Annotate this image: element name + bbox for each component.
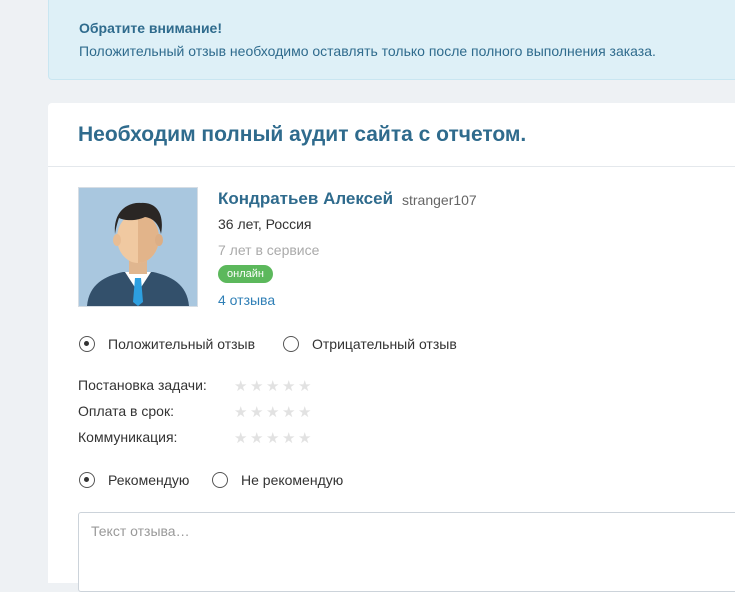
negative-review-radio[interactable]	[283, 336, 299, 352]
criteria-label-task: Постановка задачи:	[78, 377, 207, 393]
recommend-radio[interactable]	[79, 472, 95, 488]
star-icon[interactable]: ★	[266, 379, 282, 394]
user-age-country: 36 лет, Россия	[218, 216, 312, 232]
negative-review-label[interactable]: Отрицательный отзыв	[312, 336, 457, 352]
reviews-count-link[interactable]: 4 отзыва	[218, 292, 275, 308]
star-icon[interactable]: ★	[282, 405, 298, 420]
star-icon[interactable]: ★	[234, 379, 250, 394]
star-icon[interactable]: ★	[266, 405, 282, 420]
positive-review-label[interactable]: Положительный отзыв	[108, 336, 255, 352]
star-icon[interactable]: ★	[234, 405, 250, 420]
star-icon[interactable]: ★	[234, 431, 250, 446]
star-icon[interactable]: ★	[298, 379, 314, 394]
review-text-input[interactable]	[78, 512, 735, 592]
user-avatar-icon[interactable]	[78, 187, 198, 307]
star-icon[interactable]: ★	[282, 379, 298, 394]
star-icon[interactable]: ★	[250, 431, 266, 446]
user-login: stranger107	[402, 192, 477, 208]
star-icon[interactable]: ★	[250, 379, 266, 394]
star-icon[interactable]: ★	[298, 405, 314, 420]
not-recommend-radio[interactable]	[212, 472, 228, 488]
criteria-label-communication: Коммуникация:	[78, 429, 178, 445]
order-title: Необходим полный аудит сайта с отчетом.	[78, 123, 527, 146]
review-card: Необходим полный аудит сайта с отчетом. …	[48, 103, 735, 592]
notice-banner: Обратите внимание! Положительный отзыв н…	[48, 0, 735, 80]
rating-stars-task[interactable]: ★ ★ ★ ★ ★	[234, 378, 314, 394]
star-icon[interactable]: ★	[298, 431, 314, 446]
user-service-time: 7 лет в сервисе	[218, 242, 320, 258]
notice-text: Положительный отзыв необходимо оставлять…	[79, 43, 656, 59]
star-icon[interactable]: ★	[250, 405, 266, 420]
notice-title: Обратите внимание!	[79, 20, 223, 36]
rating-stars-payment[interactable]: ★ ★ ★ ★ ★	[234, 404, 314, 420]
rating-stars-communication[interactable]: ★ ★ ★ ★ ★	[234, 430, 314, 446]
divider	[48, 166, 735, 167]
positive-review-radio[interactable]	[79, 336, 95, 352]
criteria-label-payment: Оплата в срок:	[78, 403, 174, 419]
star-icon[interactable]: ★	[282, 431, 298, 446]
user-name-link[interactable]: Кондратьев Алексей	[218, 189, 393, 209]
star-icon[interactable]: ★	[266, 431, 282, 446]
not-recommend-label[interactable]: Не рекомендую	[241, 472, 343, 488]
recommend-label[interactable]: Рекомендую	[108, 472, 189, 488]
online-status-badge: онлайн	[218, 265, 273, 283]
